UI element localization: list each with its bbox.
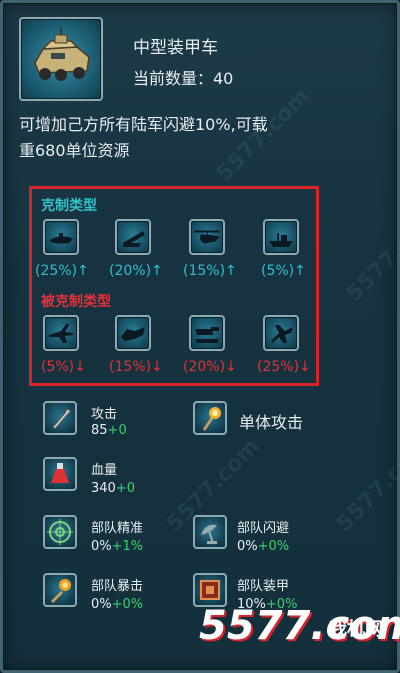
watermark-text: 5577.com	[211, 83, 315, 188]
countered-pct-1: (5%)↓	[41, 359, 86, 375]
jet-icon	[271, 325, 293, 343]
evasion-stat-icon	[193, 515, 227, 549]
unit-description-line-2: 重680单位资源	[19, 141, 130, 160]
counter-pct-2: (20%)↑	[109, 263, 163, 279]
potion-icon	[51, 463, 69, 483]
countered-icon-bomber[interactable]	[115, 315, 151, 351]
torch-icon	[203, 407, 221, 431]
crit-value: 0%+0%	[91, 597, 144, 612]
countered-icon-tank[interactable]	[189, 315, 225, 351]
battleship-icon	[269, 233, 293, 247]
armor-label: 部队装甲	[237, 579, 290, 594]
counter-icon-helicopter[interactable]	[189, 219, 225, 255]
crit-label: 部队暴击	[91, 579, 144, 594]
armor-plate-icon	[200, 580, 220, 600]
brand-logo-name: 我机网	[329, 619, 383, 640]
hp-label: 血量	[91, 463, 118, 478]
unit-portrait	[19, 17, 103, 101]
submarine-icon	[49, 233, 73, 244]
counter-pct-1: (25%)↑	[35, 263, 89, 279]
tank-icon	[195, 327, 219, 343]
countered-icon-fighter[interactable]	[43, 315, 79, 351]
countered-pct-2: (15%)↓	[109, 359, 163, 375]
armor-stat-icon	[193, 573, 227, 607]
counter-icon-battleship[interactable]	[263, 219, 299, 255]
attack-type-icon	[193, 401, 227, 435]
accuracy-value: 0%+1%	[91, 539, 144, 554]
counter-pct-3: (15%)↑	[183, 263, 237, 279]
unit-count: 当前数量：40	[133, 69, 234, 88]
fighter-jet-icon	[49, 323, 73, 343]
unit-name: 中型装甲车	[133, 38, 218, 58]
bomber-icon	[121, 327, 145, 341]
hp-value: 340+0	[91, 481, 135, 496]
countered-title: 被克制类型	[41, 294, 111, 310]
counter-frame	[29, 186, 319, 386]
counter-icon-warship[interactable]	[115, 219, 151, 255]
accuracy-label: 部队精准	[91, 521, 144, 536]
crosshair-icon	[47, 519, 73, 545]
crit-stat-icon	[43, 573, 77, 607]
attack-type-label: 单体攻击	[239, 413, 304, 432]
radar-dish-icon	[201, 524, 217, 544]
hp-stat-icon	[43, 457, 77, 491]
watermark-text: 5577.com	[341, 203, 400, 308]
watermark-text: 5577.com	[331, 433, 400, 538]
counter-title: 克制类型	[41, 198, 97, 214]
countered-icon-jet[interactable]	[263, 315, 299, 351]
countered-pct-3: (20%)↓	[183, 359, 237, 375]
armored-car-icon	[34, 27, 90, 81]
counter-pct-4: (5%)↑	[261, 263, 306, 279]
evasion-label: 部队闪避	[237, 521, 290, 536]
unit-info-panel: 5577.com 5577.com 5577.com 5577.com 中型装甲…	[0, 0, 400, 673]
wrench-icon	[52, 408, 72, 430]
unit-description-line-1: 可增加己方所有陆军闪避10%,可载	[19, 115, 268, 134]
attack-label: 攻击	[91, 407, 118, 422]
flame-torch-icon	[51, 579, 71, 603]
helicopter-icon	[194, 230, 221, 244]
counter-icon-submarine[interactable]	[43, 219, 79, 255]
attack-value: 85+0	[91, 423, 127, 438]
accuracy-stat-icon	[43, 515, 77, 549]
evasion-value: 0%+0%	[237, 539, 290, 554]
attack-stat-icon	[43, 401, 77, 435]
countered-pct-4: (25%)↓	[257, 359, 311, 375]
warship-icon	[123, 231, 145, 247]
